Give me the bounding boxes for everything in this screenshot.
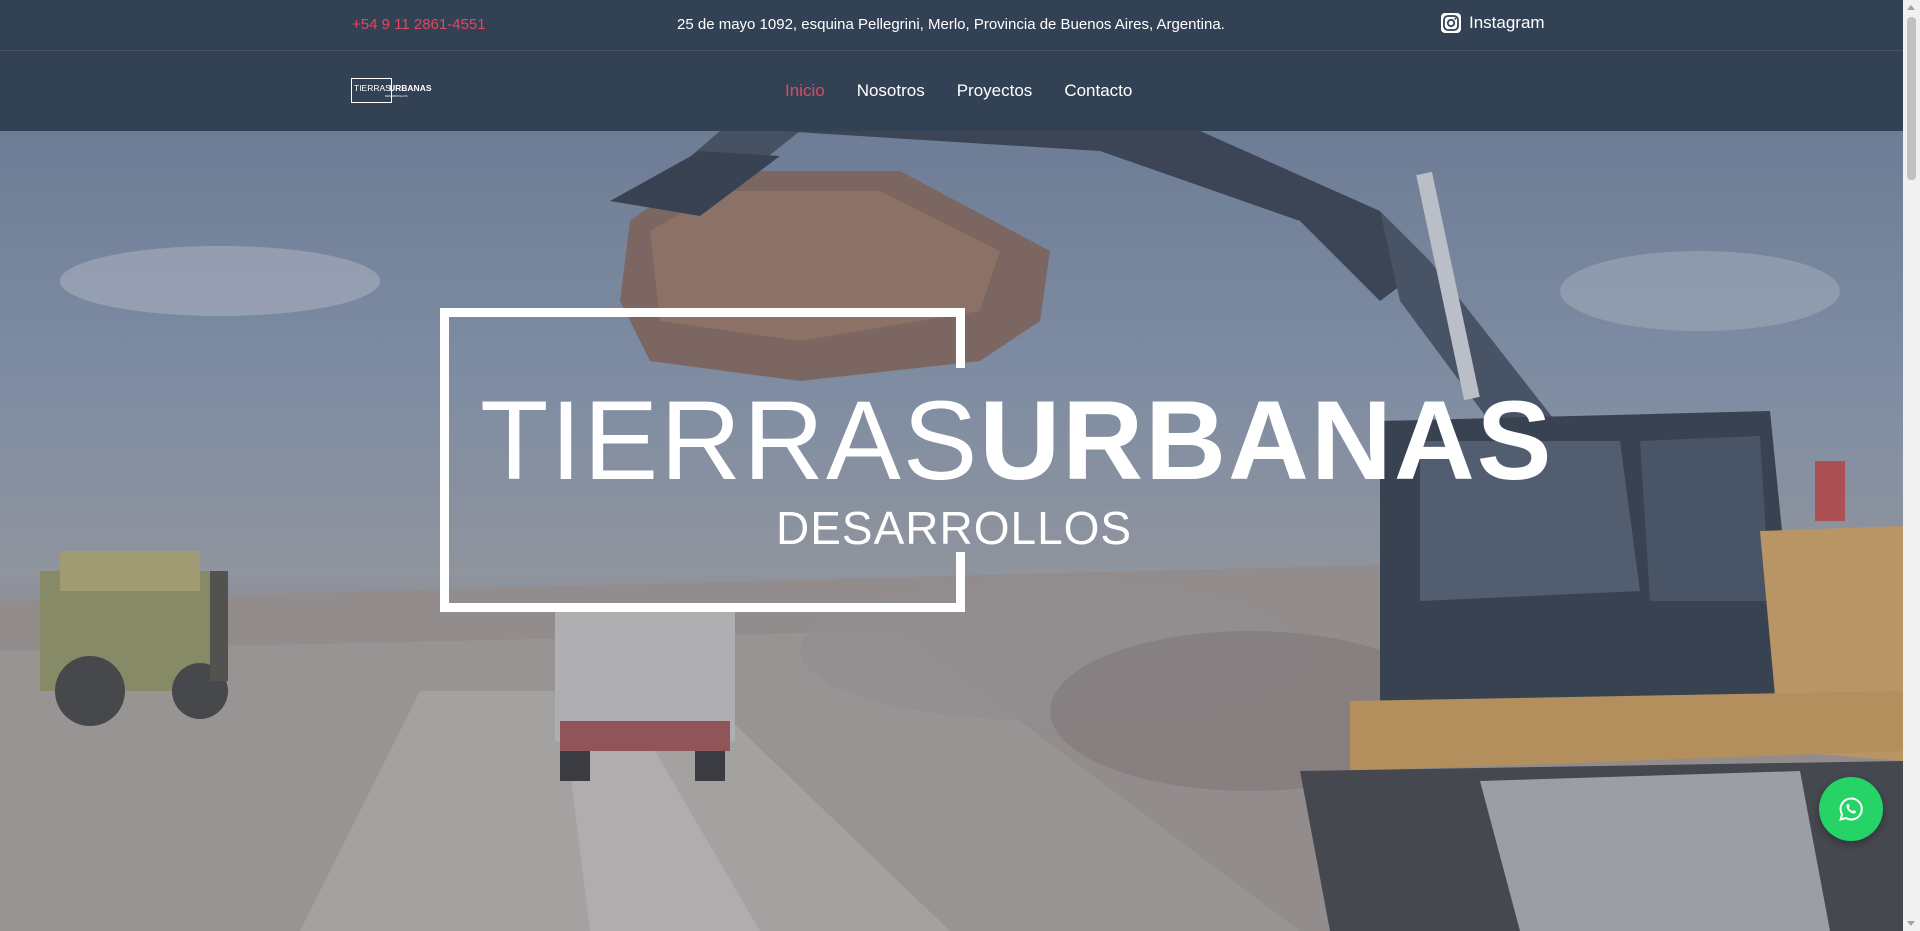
nav-link-nosotros[interactable]: Nosotros: [857, 81, 925, 101]
brand-title-light: TIERRAS: [480, 378, 980, 503]
logo-text-light: TIERRAS: [354, 83, 391, 93]
hero-banner: TIERRASURBANAS DESARROLLOS: [0, 131, 1903, 931]
main-navbar: TIERRAS URBANAS DESARROLLOS Inicio Nosot…: [0, 51, 1903, 131]
scroll-down-icon[interactable]: [1907, 921, 1915, 926]
scrollbar-thumb[interactable]: [1907, 17, 1916, 180]
whatsapp-button[interactable]: [1819, 777, 1883, 841]
address-text: 25 de mayo 1092, esquina Pellegrini, Mer…: [677, 16, 1225, 33]
frame-right-bottom: [956, 552, 965, 612]
whatsapp-icon: [1839, 797, 1863, 821]
brand-title-bold: URBANAS: [979, 378, 1554, 503]
scroll-up-icon[interactable]: [1907, 5, 1915, 10]
phone-link[interactable]: +54 9 11 2861-4551: [352, 16, 486, 33]
frame-right-top: [956, 308, 965, 368]
instagram-link[interactable]: Instagram: [1441, 13, 1545, 33]
nav-link-proyectos[interactable]: Proyectos: [957, 81, 1033, 101]
nav-link-inicio[interactable]: Inicio: [785, 81, 825, 101]
site-logo[interactable]: TIERRAS URBANAS DESARROLLOS: [351, 78, 433, 103]
nav-link-contacto[interactable]: Contacto: [1064, 81, 1132, 101]
brand-logo-title: TIERRASURBANAS: [480, 385, 1553, 497]
brand-logo-subtitle: DESARROLLOS: [776, 502, 1133, 554]
instagram-icon: [1441, 13, 1461, 33]
nav-links: Inicio Nosotros Proyectos Contacto: [785, 81, 1132, 101]
instagram-label: Instagram: [1469, 13, 1545, 32]
top-info-bar: +54 9 11 2861-4551 25 de mayo 1092, esqu…: [0, 0, 1903, 51]
page-scrollbar[interactable]: [1903, 0, 1920, 931]
logo-text-sub: DESARROLLOS: [385, 94, 408, 98]
logo-text-bold: URBANAS: [389, 83, 432, 93]
